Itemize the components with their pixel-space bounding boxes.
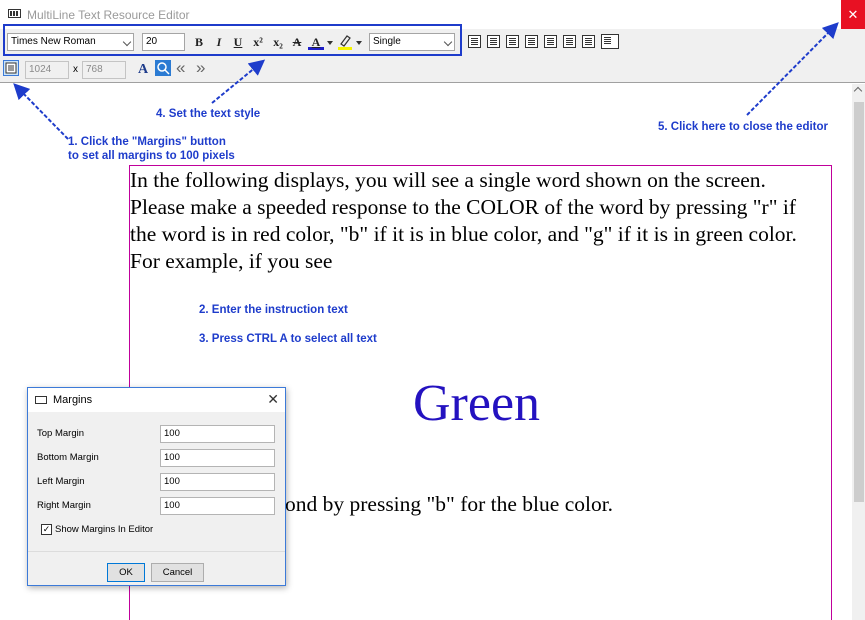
svg-text:A: A [138, 62, 149, 76]
dialog-close-button[interactable]: ✕ [267, 391, 279, 408]
bottom-margin-input[interactable]: 100 [160, 449, 275, 467]
right-margin-label: Right Margin [37, 500, 91, 511]
dialog-title-bar: Margins ✕ [28, 388, 285, 412]
insert-attribute-icon[interactable] [601, 34, 619, 49]
left-margin-label: Left Margin [37, 476, 85, 487]
dialog-app-icon [35, 396, 47, 404]
align-justify-icon[interactable] [525, 35, 538, 48]
align-left-icon[interactable] [468, 35, 481, 48]
annotation-step1-line2: to set all margins to 100 pixels [68, 150, 235, 162]
app-icon [8, 9, 21, 18]
instruction-tail-text[interactable]: ond by pressing "b" for the blue color. [285, 491, 613, 518]
top-margin-input[interactable]: 100 [160, 425, 275, 443]
show-margins-checkbox[interactable]: ✓ [41, 524, 52, 535]
left-margin-input[interactable]: 100 [160, 473, 275, 491]
annotation-step5: 5. Click here to close the editor [658, 121, 828, 133]
vertical-scrollbar[interactable] [852, 84, 865, 620]
right-margin-input[interactable]: 100 [160, 497, 275, 515]
previous-button[interactable]: « [176, 58, 185, 78]
align-right-icon[interactable] [506, 35, 519, 48]
ok-button[interactable]: OK [107, 563, 145, 582]
scroll-up-icon[interactable] [853, 86, 863, 96]
zoom-button[interactable] [155, 60, 171, 76]
align-center-icon[interactable] [487, 35, 500, 48]
canvas-width-field: 1024 [25, 61, 69, 79]
example-word[interactable]: Green [413, 372, 540, 436]
dialog-body: Top Margin 100 Bottom Margin 100 Left Ma… [28, 412, 285, 551]
cancel-button[interactable]: Cancel [151, 563, 204, 582]
window-title: MultiLine Text Resource Editor [27, 8, 190, 22]
bottom-margin-label: Bottom Margin [37, 452, 99, 463]
align-middle-icon[interactable] [563, 35, 576, 48]
margins-button[interactable] [3, 60, 19, 76]
next-button[interactable]: » [196, 58, 205, 78]
top-margin-label: Top Margin [37, 428, 84, 439]
text-style-highlight-box [3, 24, 462, 56]
font-style-button[interactable]: A [136, 60, 152, 77]
magnifier-icon [157, 62, 170, 75]
instruction-text[interactable]: In the following displays, you will see … [130, 167, 825, 275]
annotation-step3: 3. Press CTRL A to select all text [199, 333, 377, 345]
toolbar-row-2 [0, 56, 865, 83]
align-bottom-icon[interactable] [582, 35, 595, 48]
align-top-icon[interactable] [544, 35, 557, 48]
show-margins-label: Show Margins In Editor [55, 524, 154, 535]
canvas-height-field: 768 [82, 61, 126, 79]
margins-dialog: Margins ✕ Top Margin 100 Bottom Margin 1… [27, 387, 286, 586]
annotation-step1-line1: 1. Click the "Margins" button [68, 136, 226, 148]
scroll-thumb[interactable] [854, 102, 864, 502]
annotation-step2: 2. Enter the instruction text [199, 304, 348, 316]
font-icon: A [138, 62, 149, 77]
annotation-step4: 4. Set the text style [156, 108, 261, 120]
dialog-title: Margins [53, 394, 93, 406]
dimension-separator: x [73, 64, 78, 75]
margins-icon [5, 62, 17, 74]
close-button[interactable]: ✕ [841, 0, 865, 29]
